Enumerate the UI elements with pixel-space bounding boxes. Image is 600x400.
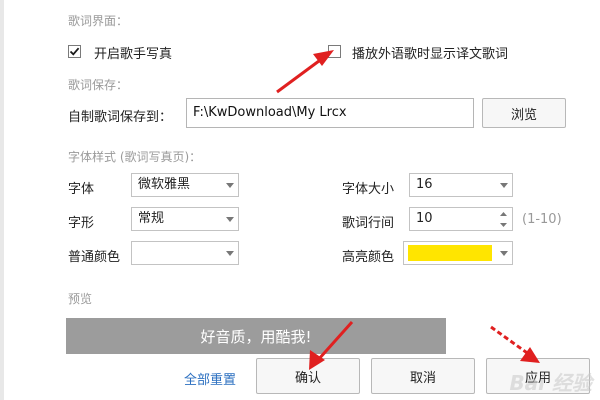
spinner-buttons[interactable] bbox=[495, 208, 512, 230]
show-translation-checkbox[interactable] bbox=[328, 45, 341, 58]
window-left-edge bbox=[0, 0, 4, 400]
font-family-value: 微软雅黑 bbox=[138, 177, 191, 192]
singer-photo-label: 开启歌手写真 bbox=[94, 47, 173, 62]
watermark: Bai 经验 bbox=[509, 371, 592, 395]
chevron-down-icon bbox=[495, 174, 512, 196]
reset-all-link[interactable]: 全部重置 bbox=[184, 369, 236, 388]
font-size-label: 字体大小 bbox=[342, 182, 395, 197]
highlight-color-swatch bbox=[408, 245, 492, 261]
font-style-select[interactable]: 常规 bbox=[131, 207, 239, 231]
save-path-label: 自制歌词保存到： bbox=[68, 110, 173, 125]
cancel-button[interactable]: 取消 bbox=[371, 358, 475, 394]
browse-button[interactable]: 浏览 bbox=[482, 98, 566, 128]
section-lyrics-ui: 歌词界面： bbox=[68, 14, 129, 28]
save-path-input[interactable]: F:\KwDownload\My Lrcx bbox=[186, 98, 474, 128]
checkmark-icon bbox=[69, 47, 80, 56]
section-lyrics-save: 歌词保存： bbox=[68, 78, 129, 92]
highlight-color-label: 高亮颜色 bbox=[342, 250, 395, 265]
normal-color-label: 普通颜色 bbox=[68, 250, 121, 265]
chevron-down-icon bbox=[221, 242, 238, 264]
chevron-down-icon bbox=[221, 174, 238, 196]
line-spacing-label: 歌词行间 bbox=[342, 216, 395, 231]
font-style-value: 常规 bbox=[138, 211, 165, 226]
confirm-button[interactable]: 确认 bbox=[256, 358, 360, 394]
highlight-color-select[interactable] bbox=[403, 241, 513, 265]
font-family-select[interactable]: 微软雅黑 bbox=[131, 173, 239, 197]
line-spacing-value: 10 bbox=[416, 211, 433, 226]
section-preview: 预览 bbox=[68, 292, 93, 306]
show-translation-label: 播放外语歌时显示译文歌词 bbox=[352, 47, 509, 62]
font-family-label: 字体 bbox=[68, 182, 95, 197]
lyrics-preview: 好音质，用酷我! bbox=[66, 318, 446, 354]
chevron-up-icon[interactable] bbox=[495, 208, 512, 219]
chevron-down-icon[interactable] bbox=[495, 219, 512, 230]
line-spacing-range: (1-10) bbox=[522, 212, 562, 227]
singer-photo-checkbox[interactable] bbox=[68, 45, 81, 58]
normal-color-select[interactable] bbox=[131, 241, 239, 265]
chevron-down-icon bbox=[495, 242, 512, 264]
font-size-value: 16 bbox=[416, 177, 433, 192]
font-style-label: 字形 bbox=[68, 216, 95, 231]
line-spacing-spinner[interactable]: 10 bbox=[409, 207, 513, 231]
font-size-select[interactable]: 16 bbox=[409, 173, 513, 197]
chevron-down-icon bbox=[221, 208, 238, 230]
section-font-style: 字体样式 (歌词写真页)： bbox=[68, 150, 202, 164]
arrow-to-translation-checkbox bbox=[276, 50, 334, 94]
